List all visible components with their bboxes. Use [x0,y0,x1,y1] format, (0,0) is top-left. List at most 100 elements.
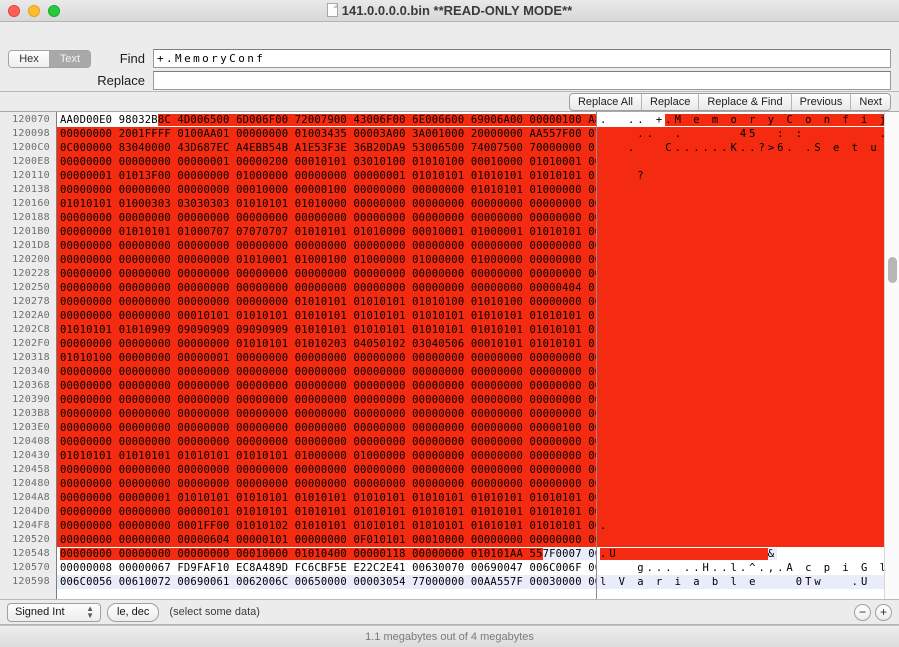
hex-row[interactable]: 00000000 00000000 00000000 00000000 0000… [57,463,596,477]
hex-row[interactable]: 00000000 00000000 00000001 00000200 0001… [57,155,596,169]
hex-row[interactable]: 00000000 00000000 00000000 00000000 0000… [57,267,596,281]
replace-button[interactable]: Replace [641,93,698,110]
hex-row[interactable]: 00000000 00000000 00000000 00000000 0000… [57,421,596,435]
ascii-row[interactable] [597,323,884,337]
inspector-type-value: Signed Int [15,605,65,618]
ascii-row[interactable] [597,155,884,169]
hex-row[interactable]: 00000000 00000001 01010101 01010101 0101… [57,491,596,505]
hex-row[interactable]: 00000000 00000000 00000000 00000000 0000… [57,379,596,393]
remove-inspector-button[interactable]: − [854,603,871,621]
ascii-row[interactable] [597,463,884,477]
minimize-button[interactable] [28,4,40,17]
zoom-button[interactable] [48,4,60,17]
ascii-row[interactable]: .. . 45 : : .U [597,127,884,141]
hex-row[interactable]: 00000000 01010101 01000707 07070707 0101… [57,225,596,239]
hex-row[interactable]: 00000000 00000000 00000000 00000000 0000… [57,365,596,379]
hex-row[interactable]: 00000001 01013F00 00000000 01000000 0000… [57,169,596,183]
hex-row[interactable]: 00000000 00000000 00000604 00000101 0000… [57,533,596,547]
ascii-row[interactable]: . C......K..?>6. .S e t u p [597,141,884,155]
add-inspector-button[interactable]: + [875,603,892,621]
hex-row[interactable]: 00000000 00000000 00010101 01010101 0101… [57,309,596,323]
offset-label: 120188 [12,212,50,223]
ascii-row[interactable]: . [597,519,884,533]
ascii-row[interactable]: .U & [597,547,884,561]
hex-row[interactable]: 00000000 00000000 00000000 00000000 0000… [57,281,596,295]
ascii-row[interactable] [597,295,884,309]
ascii-row[interactable] [597,407,884,421]
hex-row[interactable]: 01010101 01010101 01010101 01010101 0100… [57,449,596,463]
hex-row[interactable]: 00000000 00000000 00000000 00000000 0000… [57,477,596,491]
ascii-row[interactable] [597,533,884,547]
hex-row[interactable]: 01010100 00000000 00000001 00000000 0000… [57,351,596,365]
find-label: Find [119,51,145,66]
ascii-row[interactable] [597,379,884,393]
ascii-row[interactable] [597,435,884,449]
ascii-row[interactable]: ? [597,169,884,183]
mode-hex-button[interactable]: Hex [9,51,50,67]
document-icon [326,2,338,17]
ascii-row[interactable] [597,477,884,491]
hex-row[interactable]: 00000000 00000000 00000000 00000000 0000… [57,239,596,253]
ascii-row[interactable]: . .. +.M e m o r y C o n f i j . [597,113,884,127]
ascii-row[interactable]: g... ..H..l.^.,.A c p i G l o b a [597,561,884,575]
ascii-row[interactable] [597,267,884,281]
hex-row[interactable]: 01010101 01000303 03030303 01010101 0101… [57,197,596,211]
hex-row[interactable]: AA0D00E0 98032B8C 4D006500 6D006F00 7200… [57,113,596,127]
previous-button[interactable]: Previous [790,93,851,110]
replace-all-button[interactable]: Replace All [570,94,641,110]
hex-row[interactable]: 00000000 00000000 00000000 01010101 0101… [57,337,596,351]
inspector-type-select[interactable]: Signed Int ▲ ▼ [7,602,101,622]
ascii-row[interactable] [597,393,884,407]
ascii-row[interactable] [597,491,884,505]
hex-bytes-column[interactable]: AA0D00E0 98032B8C 4D006500 6D006F00 7200… [57,112,597,599]
hex-row[interactable]: 00000000 00000000 00000000 00010000 0101… [57,547,596,561]
ascii-row[interactable] [597,239,884,253]
ascii-row[interactable] [597,211,884,225]
ascii-row[interactable] [597,253,884,267]
hex-row[interactable]: 0C000000 83040000 43D687EC A4EBB54B A1E5… [57,141,596,155]
ascii-row[interactable] [597,365,884,379]
scrollbar-thumb[interactable] [888,257,897,283]
hex-row[interactable]: 006C0056 00610072 00690061 0062006C 0065… [57,575,596,589]
offset-label: 120408 [12,436,50,447]
ascii-row[interactable] [597,449,884,463]
hex-row[interactable]: 01010101 01010909 09090909 09090909 0101… [57,323,596,337]
vertical-scrollbar[interactable] [884,112,899,599]
ascii-row[interactable] [597,337,884,351]
hex-row[interactable]: 00000000 00000000 0001FF00 01010102 0101… [57,519,596,533]
hex-editor-window: 141.0.0.0.0.bin **READ-ONLY MODE** Hex T… [0,0,899,647]
offset-label: 120110 [12,170,50,181]
offset-label: 120430 [12,450,50,461]
hex-row[interactable]: 00000000 00000000 00000000 00000000 0000… [57,393,596,407]
ascii-row[interactable] [597,351,884,365]
offset-label: 120200 [12,254,50,265]
ascii-row[interactable]: l V a r i a b l e 0Tw .U [597,575,884,589]
hex-row[interactable]: 00000000 00000000 00000101 01010101 0101… [57,505,596,519]
hex-viewer[interactable]: 120070 120098 1200C0 1200E8 120110 120138 1201… [0,112,899,600]
ascii-row[interactable] [597,505,884,519]
ascii-row[interactable] [597,421,884,435]
hex-row[interactable]: 00000000 00000000 00000000 00000000 0000… [57,407,596,421]
offset-label: 1200E8 [12,156,50,167]
close-button[interactable] [8,4,20,17]
ascii-row[interactable] [597,309,884,323]
replace-and-find-button[interactable]: Replace & Find [698,93,790,110]
ascii-row[interactable] [597,197,884,211]
hex-row[interactable]: 00000000 00000000 00000000 00010000 0000… [57,183,596,197]
hex-row[interactable]: 00000000 2001FFFF 0100AA01 00000000 0100… [57,127,596,141]
inspector-format-button[interactable]: le, dec [107,602,160,622]
replace-input[interactable] [153,71,891,90]
find-input[interactable]: +.MemoryConf [153,49,891,68]
hex-row[interactable]: 00000000 00000000 00000000 00000000 0101… [57,295,596,309]
ascii-column[interactable]: . .. +.M e m o r y C o n f i j . .. . 45… [597,112,884,599]
offset-label: 1200C0 [12,142,50,153]
ascii-row[interactable] [597,225,884,239]
offset-label: 1202C8 [12,324,50,335]
hex-row[interactable]: 00000000 00000000 00000000 01010001 0100… [57,253,596,267]
hex-row[interactable]: 00000000 00000000 00000000 00000000 0000… [57,211,596,225]
ascii-row[interactable] [597,281,884,295]
hex-row[interactable]: 00000000 00000000 00000000 00000000 0000… [57,435,596,449]
ascii-row[interactable] [597,183,884,197]
hex-row[interactable]: 00000008 00000067 FD9FAF10 EC8A489D FC6C… [57,561,596,575]
next-button[interactable]: Next [850,93,890,110]
